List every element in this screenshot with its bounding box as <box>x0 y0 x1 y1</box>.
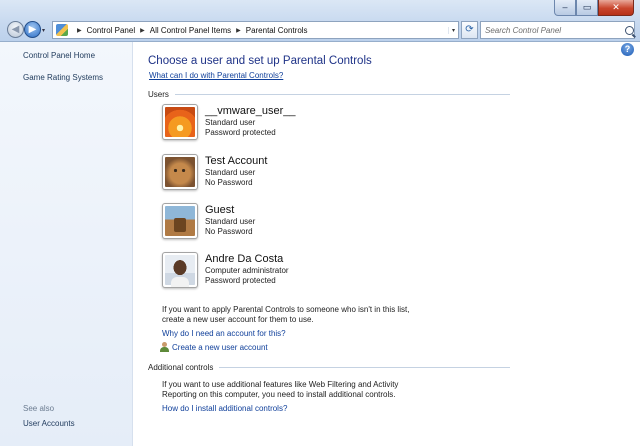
flower-picture-icon <box>165 107 195 137</box>
back-arrow-icon: ◀ <box>11 24 20 35</box>
back-button[interactable]: ◀ <box>7 21 24 38</box>
user-password-status: Password protected <box>205 276 276 285</box>
additional-controls-section-header: Additional controls <box>148 363 510 372</box>
see-also-heading: See also <box>23 404 55 413</box>
user-role: Standard user <box>205 217 256 226</box>
user-role: Standard user <box>205 118 256 127</box>
user-tile[interactable]: Andre Da Costa Computer administrator Pa… <box>162 252 382 292</box>
search-icon[interactable] <box>625 25 634 35</box>
additional-controls-text: If you want to use additional features l… <box>162 380 398 400</box>
create-account-link[interactable]: Create a new user account <box>172 343 268 352</box>
sidebar: Control Panel Home Game Rating Systems S… <box>0 42 133 446</box>
user-tile[interactable]: Test Account Standard user No Password <box>162 154 382 194</box>
not-in-list-line: create a new user account for them to us… <box>162 315 314 324</box>
create-account-link-row[interactable]: Create a new user account <box>160 342 268 352</box>
why-account-link[interactable]: Why do I need an account for this? <box>162 329 286 338</box>
not-in-list-line: If you want to apply Parental Controls t… <box>162 305 410 314</box>
user-name: Andre Da Costa <box>205 253 284 265</box>
user-name: __vmware_user__ <box>205 105 296 117</box>
user-tile[interactable]: __vmware_user__ Standard user Password p… <box>162 104 382 144</box>
user-password-status: No Password <box>205 178 253 187</box>
breadcrumb-all-items[interactable]: All Control Panel Items <box>150 26 231 35</box>
maximize-button[interactable]: ▭ <box>576 0 598 16</box>
breadcrumb-parental-controls[interactable]: Parental Controls <box>246 26 308 35</box>
window-titlebar: – ▭ ✕ ◀ ▶ ▾ ▶ Control Panel ▶ All Contro… <box>0 0 640 42</box>
sidebar-item-user-accounts[interactable]: User Accounts <box>23 419 75 428</box>
page-title: Choose a user and set up Parental Contro… <box>148 55 372 67</box>
user-info: __vmware_user__ Standard user Password p… <box>205 105 296 144</box>
close-button[interactable]: ✕ <box>598 0 634 16</box>
avatar <box>162 154 198 190</box>
user-info: Test Account Standard user No Password <box>205 155 267 194</box>
section-divider <box>219 367 510 368</box>
user-role: Computer administrator <box>205 266 289 275</box>
additional-text-line: If you want to use additional features l… <box>162 380 399 389</box>
additional-controls-label: Additional controls <box>148 363 214 372</box>
main-content: Choose a user and set up Parental Contro… <box>134 42 640 446</box>
install-controls-link[interactable]: How do I install additional controls? <box>162 404 287 413</box>
user-info: Guest Standard user No Password <box>205 204 255 243</box>
what-can-i-do-link[interactable]: What can I do with Parental Controls? <box>149 71 283 80</box>
additional-text-line: Reporting on this computer, you need to … <box>162 390 396 399</box>
avatar <box>162 203 198 239</box>
user-password-status: Password protected <box>205 128 276 137</box>
briefcase-picture-icon <box>165 206 195 236</box>
breadcrumb-separator-icon[interactable]: ▶ <box>140 27 145 34</box>
address-dropdown-button[interactable]: ▾ <box>448 26 458 34</box>
search-box[interactable] <box>480 21 635 39</box>
sidebar-item-game-rating-systems[interactable]: Game Rating Systems <box>23 73 103 82</box>
control-panel-icon <box>56 24 68 36</box>
search-input[interactable] <box>485 25 623 35</box>
refresh-icon: ⟳ <box>465 24 474 35</box>
user-name: Guest <box>205 204 235 216</box>
avatar <box>162 252 198 288</box>
users-section-header: Users <box>148 90 510 99</box>
minimize-button[interactable]: – <box>554 0 576 16</box>
breadcrumb-control-panel[interactable]: Control Panel <box>87 26 135 35</box>
sidebar-item-control-panel-home[interactable]: Control Panel Home <box>23 51 95 60</box>
refresh-button[interactable]: ⟳ <box>461 21 478 39</box>
avatar <box>162 104 198 140</box>
user-tile[interactable]: Guest Standard user No Password <box>162 203 382 243</box>
breadcrumb: ▶ Control Panel ▶ All Control Panel Item… <box>72 26 308 35</box>
breadcrumb-separator-icon[interactable]: ▶ <box>77 27 82 34</box>
user-info: Andre Da Costa Computer administrator Pa… <box>205 253 289 292</box>
address-bar[interactable]: ▶ Control Panel ▶ All Control Panel Item… <box>52 21 459 39</box>
forward-arrow-icon: ▶ <box>28 24 37 35</box>
not-in-list-text: If you want to apply Parental Controls t… <box>162 305 409 325</box>
user-role: Standard user <box>205 168 256 177</box>
window-controls: – ▭ ✕ <box>554 0 634 16</box>
user-account-icon <box>160 342 170 352</box>
person-photo-icon <box>165 255 195 287</box>
user-password-status: No Password <box>205 227 253 236</box>
users-section-label: Users <box>148 90 169 99</box>
recent-pages-dropdown[interactable]: ▾ <box>42 27 45 34</box>
section-divider <box>174 94 510 95</box>
forward-button[interactable]: ▶ <box>24 21 41 38</box>
breadcrumb-separator-icon[interactable]: ▶ <box>236 27 241 34</box>
cat-picture-icon <box>165 157 195 187</box>
user-name: Test Account <box>205 155 268 167</box>
